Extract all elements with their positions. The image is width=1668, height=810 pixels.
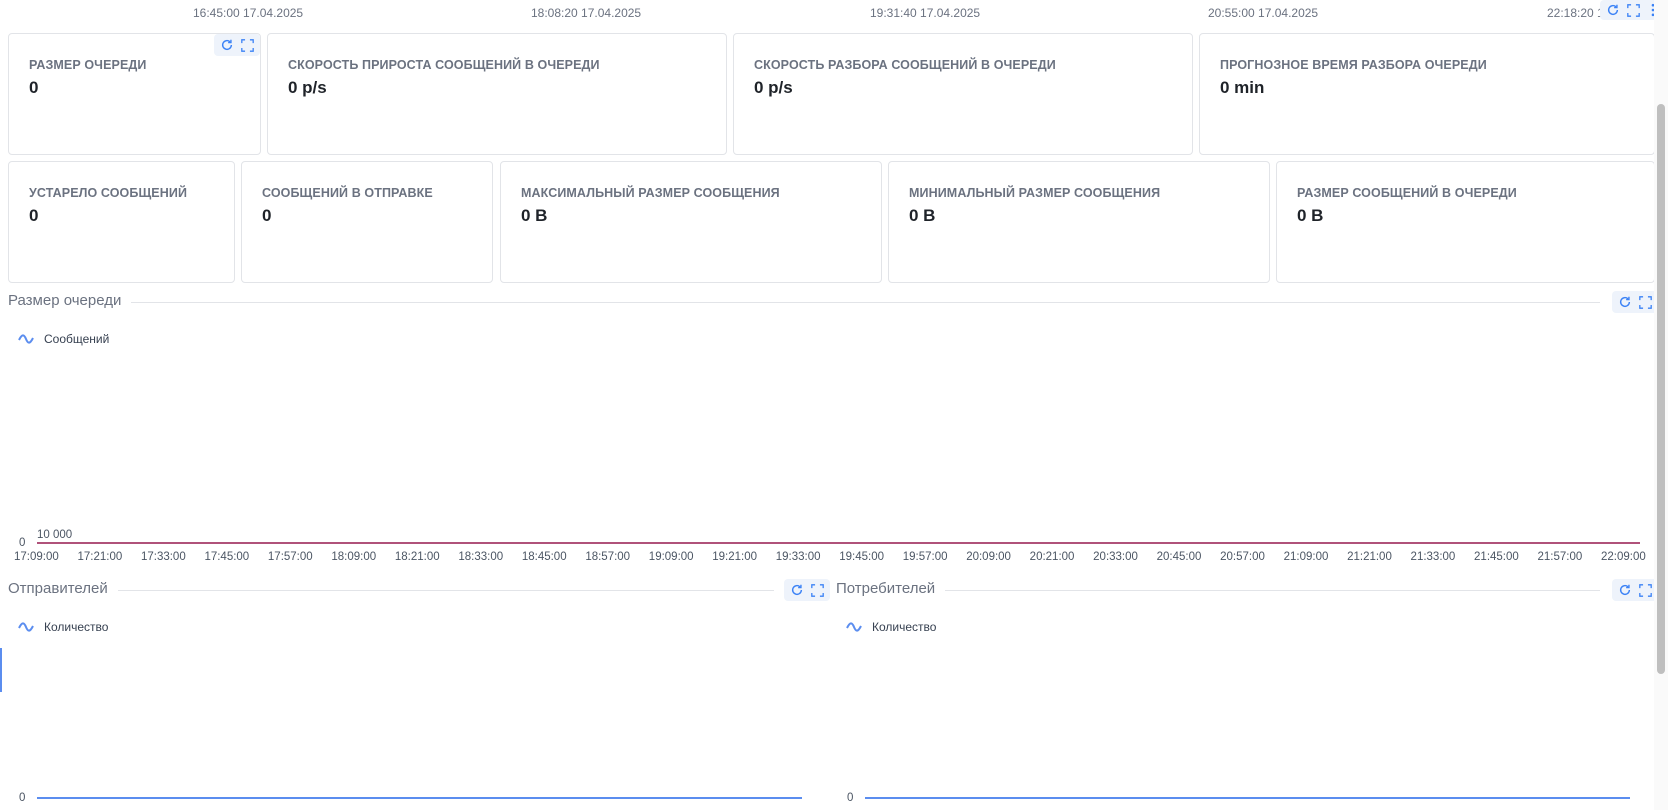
metric-value: 0 B [521,206,548,225]
x-axis-tick-label: 21:45:00 [1474,551,1519,563]
top-axis-tick: 19:31:40 17.04.2025 [870,6,981,20]
metric-value: 0 [262,206,272,225]
metric-card-sending: СООБЩЕНИЙ В ОТПРАВКЕ 0 [241,161,493,283]
x-axis-tick-label: 19:33:00 [775,551,821,563]
metric-value: 0 min [1220,78,1265,97]
x-axis-tick-label: 18:45:00 [521,551,567,563]
x-axis-tick-label: 20:33:00 [1093,551,1138,563]
metric-value: 0 p/s [288,78,327,97]
metric-label: СООБЩЕНИЙ В ОТПРАВКЕ [262,186,433,200]
x-axis-tick-label: 18:09:00 [331,551,377,563]
metric-value: 0 [29,78,39,97]
top-axis-tick: 18:08:20 17.04.2025 [531,6,642,20]
metric-label: УСТАРЕЛО СООБЩЕНИЙ [29,186,188,200]
scrollbar-thumb[interactable] [1657,104,1665,674]
x-axis-tick-label: 20:09:00 [966,551,1011,563]
consumers-chart-title: Потребителей [836,580,946,597]
metric-label: ПРОГНОЗНОЕ ВРЕМЯ РАЗБОРА ОЧЕРЕДИ [1220,58,1487,72]
x-axis-tick-label: 21:09:00 [1283,551,1329,563]
wave-line-icon [846,622,862,632]
x-axis-tick-label: 19:21:00 [712,551,758,563]
x-axis-tick-label: 19:09:00 [648,551,694,563]
x-axis-tick-label: 18:57:00 [585,551,631,563]
queue-chart-legend[interactable]: Сообщений [18,332,109,346]
refresh-icon[interactable] [1618,583,1632,598]
metric-label: СКОРОСТЬ ПРИРОСТА СООБЩЕНИЙ В ОЧЕРЕДИ [288,58,600,72]
x-axis-tick-label: 17:33:00 [140,551,186,563]
metric-card-min-size: МИНИМАЛЬНЫЙ РАЗМЕР СООБЩЕНИЯ 0 B [888,161,1270,283]
metric-card-max-size: МАКСИМАЛЬНЫЙ РАЗМЕР СООБЩЕНИЯ 0 B [500,161,882,283]
metric-card-growth-rate: СКОРОСТЬ ПРИРОСТА СООБЩЕНИЙ В ОЧЕРЕДИ 0 … [267,33,727,155]
consumers-chart-plot [865,797,1630,799]
x-axis-tick-label: 17:09:00 [14,551,59,563]
fullscreen-icon[interactable] [1638,583,1652,598]
legend-label: Количество [872,620,937,634]
x-axis-tick-label: 20:45:00 [1156,551,1202,563]
x-axis-tick-label: 18:21:00 [394,551,440,563]
senders-chart-legend[interactable]: Количество [18,620,108,634]
wave-line-icon [18,334,34,344]
section-divider [8,302,1600,303]
fullscreen-icon[interactable] [1638,295,1652,310]
x-axis-tick-label: 19:57:00 [902,551,948,563]
metric-card-parse-rate: СКОРОСТЬ РАЗБОРА СООБЩЕНИЙ В ОЧЕРЕДИ 0 p… [733,33,1193,155]
fullscreen-icon[interactable] [1626,3,1640,18]
x-axis-tick-label: 21:57:00 [1537,551,1583,563]
section-divider [836,590,1600,591]
metric-label: РАЗМЕР СООБЩЕНИЙ В ОЧЕРЕДИ [1297,186,1517,200]
metric-toolbar [214,34,260,56]
x-axis-tick-label: 21:33:00 [1410,551,1456,563]
x-axis-tick-label: 17:57:00 [267,551,313,563]
legend-label: Сообщений [44,332,110,346]
refresh-icon[interactable] [790,583,804,598]
x-axis-tick-label: 18:33:00 [458,551,504,563]
consumers-chart-legend[interactable]: Количество [846,620,936,634]
x-axis-tick-label: 20:57:00 [1220,551,1265,563]
metric-card-expired: УСТАРЕЛО СООБЩЕНИЙ 0 [8,161,235,283]
refresh-icon[interactable] [1618,295,1632,310]
metric-label: МАКСИМАЛЬНЫЙ РАЗМЕР СООБЩЕНИЯ [521,186,780,200]
queue-chart-toolbar [1612,291,1658,313]
metric-label: РАЗМЕР ОЧЕРЕДИ [29,58,147,72]
x-axis-tick-label: 17:21:00 [77,551,123,563]
x-axis-tick-label: 19:45:00 [839,551,884,563]
metric-card-queue-bytes: РАЗМЕР СООБЩЕНИЙ В ОЧЕРЕДИ 0 B [1276,161,1655,283]
x-axis-tick-label: 21:21:00 [1347,551,1392,563]
metric-label: МИНИМАЛЬНЫЙ РАЗМЕР СООБЩЕНИЯ [909,186,1161,200]
top-axis-tick: 16:45:00 17.04.2025 [193,6,304,20]
metric-card-forecast-time: ПРОГНОЗНОЕ ВРЕМЯ РАЗБОРА ОЧЕРЕДИ 0 min [1199,33,1655,155]
page-scrollbar[interactable] [1654,0,1668,810]
x-axis-tick-label: 20:21:00 [1029,551,1075,563]
legend-label: Количество [44,620,109,634]
refresh-icon[interactable] [220,38,234,53]
top-axis-tick: 22:18:20 1 [1547,6,1604,20]
queue-chart-plot [37,542,1640,544]
metric-value: 0 B [1297,206,1324,225]
senders-chart-title: Отправителей [8,580,118,597]
fullscreen-icon[interactable] [810,583,824,598]
senders-chart-toolbar [784,579,830,601]
top-axis-tick: 20:55:00 17.04.2025 [1208,6,1319,20]
senders-chart-plot [37,797,802,799]
metric-value: 0 B [909,206,936,225]
refresh-icon[interactable] [1606,3,1620,18]
active-indicator [0,648,2,692]
metric-label: СКОРОСТЬ РАЗБОРА СООБЩЕНИЙ В ОЧЕРЕДИ [754,58,1056,72]
wave-line-icon [18,622,34,632]
metric-value: 0 [29,206,39,225]
x-axis-tick-label: 17:45:00 [204,551,250,563]
queue-chart-title: Размер очереди [8,292,132,309]
section-divider [8,590,774,591]
consumers-chart-toolbar [1612,579,1658,601]
metric-value: 0 p/s [754,78,793,97]
x-axis-tick-label: 22:09:00 [1601,551,1646,563]
fullscreen-icon[interactable] [240,38,254,53]
